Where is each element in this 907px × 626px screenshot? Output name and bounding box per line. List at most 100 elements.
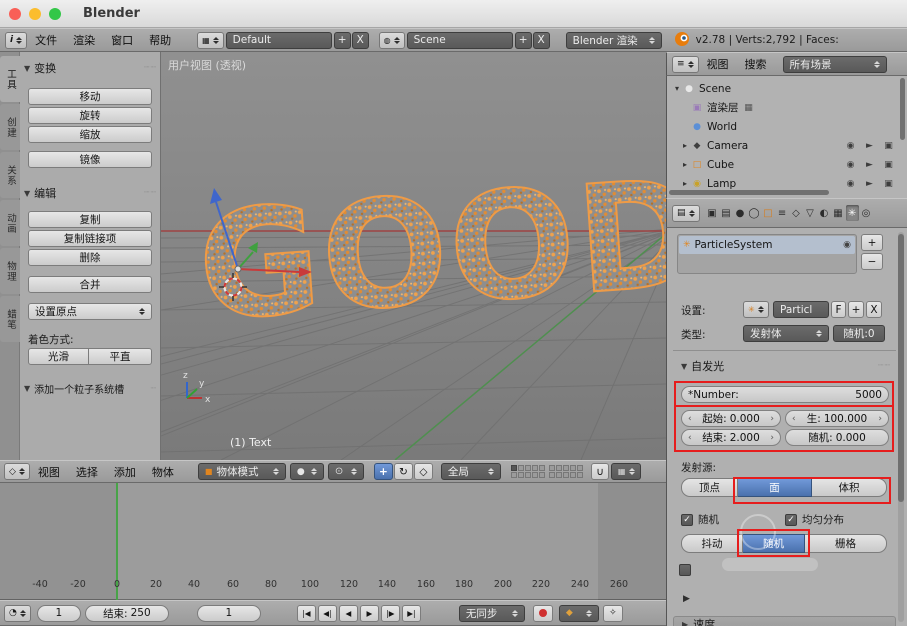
dist-jittered-button[interactable]: 抖动 — [681, 534, 743, 553]
duplicate-button[interactable]: 复制 — [28, 211, 152, 228]
disclosure-icon[interactable]: ▸ — [683, 179, 687, 188]
tab-object[interactable]: □ — [762, 205, 775, 221]
manipulator-scale-button[interactable]: ◇ — [414, 463, 433, 480]
tab-modifiers[interactable]: ◇ — [790, 205, 803, 221]
shelf-tab-tools[interactable]: 工具 — [0, 56, 20, 102]
duplicate-linked-button[interactable]: 复制链接项 — [28, 230, 152, 247]
menu-outliner-search[interactable]: 搜索 — [737, 56, 775, 72]
tab-world[interactable]: ◯ — [748, 205, 761, 221]
shelf-tab-grease[interactable]: 蜡笔 — [0, 296, 20, 342]
editor-type-button[interactable]: i — [5, 32, 27, 49]
menu-render[interactable]: 渲染 — [65, 32, 103, 48]
render-engine-dropdown[interactable]: Blender 渲染 — [566, 32, 662, 49]
lifetime-random-field[interactable]: 随机:0.000 — [785, 429, 889, 446]
viewport[interactable]: GOOD x — [161, 52, 666, 460]
menu-outliner-view[interactable]: 视图 — [699, 56, 737, 72]
renderlayer-toggle-icon[interactable]: ▦ — [743, 103, 755, 113]
screen-add-button[interactable]: + — [334, 32, 351, 49]
particle-render-toggle-icon[interactable]: ◉ — [843, 240, 851, 250]
outliner-row-scene[interactable]: ▾ ● Scene — [675, 79, 900, 98]
disclosure-icon[interactable]: ▾ — [675, 84, 679, 93]
scale-button[interactable]: 缩放 — [28, 126, 152, 143]
lifetime-field[interactable]: ‹生:100.000› — [785, 410, 889, 427]
menu-add[interactable]: 添加 — [106, 464, 144, 480]
number-field[interactable]: *Number:5000 — [681, 386, 889, 403]
emit-faces-button[interactable]: 面 — [738, 478, 812, 497]
tab-physics[interactable]: ◎ — [860, 205, 873, 221]
outliner-v-scrollbar[interactable] — [900, 78, 905, 140]
renderability-camera-icon[interactable]: ▣ — [881, 179, 896, 189]
move-button[interactable]: 移动 — [28, 88, 152, 105]
type-dropdown[interactable]: 发射体 — [743, 325, 829, 342]
jump-start-button[interactable]: |◀ — [297, 605, 316, 622]
shading-dropdown[interactable]: ● — [290, 463, 324, 480]
delete-button[interactable]: 删除 — [28, 249, 152, 266]
tab-render-layers[interactable]: ▤ — [720, 205, 733, 221]
frame-start-field[interactable]: ‹起始:0.000› — [681, 410, 781, 427]
outliner-row-world[interactable]: ● World — [691, 117, 907, 136]
random-order-checkbox[interactable]: ✓随机 — [681, 512, 719, 527]
viewport-canvas[interactable]: GOOD x — [161, 52, 666, 460]
shelf-tab-create[interactable]: 创建 — [0, 104, 20, 150]
shelf-tab-relations[interactable]: 关系 — [0, 152, 20, 198]
even-distribution-checkbox[interactable]: ✓均匀分布 — [785, 512, 844, 527]
selectability-pointer-icon[interactable]: ► — [862, 179, 877, 189]
menu-file[interactable]: 文件 — [27, 32, 65, 48]
menu-view[interactable]: 视图 — [30, 464, 68, 480]
screen-delete-button[interactable]: X — [352, 32, 369, 49]
outliner-h-scrollbar[interactable] — [669, 190, 829, 195]
menu-help[interactable]: 帮助 — [141, 32, 179, 48]
screen-name-field[interactable]: Default — [226, 32, 332, 49]
particle-browse-button[interactable]: ✳ — [743, 301, 769, 318]
collapsed-panel-arrow-icon[interactable]: ▶ — [683, 594, 690, 604]
particle-slot-remove-button[interactable]: − — [861, 253, 883, 270]
editor-type-button-3d[interactable]: ◇ — [4, 463, 30, 480]
panel-header-edit[interactable]: ▼编辑┈┈ — [24, 185, 157, 201]
visibility-eye-icon[interactable]: ◉ — [843, 160, 858, 170]
insert-key-button[interactable]: ✧ — [603, 605, 623, 622]
seed-field[interactable]: 随机:0 — [833, 325, 885, 342]
tab-data[interactable]: ▽ — [804, 205, 817, 221]
selectability-pointer-icon[interactable]: ► — [862, 160, 877, 170]
play-reverse-button[interactable]: ◀ — [339, 605, 358, 622]
record-button[interactable] — [533, 605, 553, 622]
emit-volume-button[interactable]: 体积 — [812, 478, 887, 497]
manipulator-translate-button[interactable]: + — [374, 463, 393, 480]
tab-particles[interactable]: ✳ — [846, 205, 859, 221]
end-frame-field[interactable]: 结束:250 — [85, 605, 169, 622]
outliner-row-renderlayers[interactable]: ▣ 渲染层 ▦ — [691, 98, 907, 117]
tab-constraints[interactable]: ≡ — [776, 205, 789, 221]
next-keyframe-button[interactable]: |▶ — [381, 605, 400, 622]
disclosure-icon[interactable]: ▸ — [683, 160, 687, 169]
panel-header-velocity[interactable]: ▶ 速度 — [673, 616, 896, 626]
renderability-camera-icon[interactable]: ▣ — [881, 160, 896, 170]
menu-window[interactable]: 窗口 — [103, 32, 141, 48]
particle-name-field[interactable]: Particl — [773, 301, 829, 318]
disclosure-icon[interactable]: ▸ — [683, 141, 687, 150]
start-frame-field[interactable]: 1 — [37, 605, 81, 622]
orientation-dropdown[interactable]: 全局 — [441, 463, 501, 480]
tab-texture[interactable]: ▦ — [832, 205, 845, 221]
sync-dropdown[interactable]: 无同步 — [459, 605, 525, 622]
jump-end-button[interactable]: ▶| — [402, 605, 421, 622]
menu-object[interactable]: 物体 — [144, 464, 182, 480]
dist-grid-button[interactable]: 栅格 — [805, 534, 887, 553]
menu-select[interactable]: 选择 — [68, 464, 106, 480]
pivot-dropdown[interactable]: ⊙ — [328, 463, 364, 480]
visibility-eye-icon[interactable]: ◉ — [843, 141, 858, 151]
snap-mode-dropdown[interactable]: ▦ — [611, 463, 641, 480]
scene-name-field[interactable]: Scene — [407, 32, 513, 49]
selectability-pointer-icon[interactable]: ► — [862, 141, 877, 151]
snap-magnet-button[interactable]: ∪ — [591, 463, 609, 480]
shade-flat-button[interactable]: 平直 — [89, 348, 152, 365]
text-object-good[interactable]: GOOD — [193, 147, 666, 354]
properties-v-scrollbar-thumb[interactable] — [898, 234, 904, 502]
shelf-tab-animation[interactable]: 动画 — [0, 200, 20, 246]
close-button[interactable] — [9, 8, 21, 20]
outliner-filter-dropdown[interactable]: 所有场景 — [783, 56, 887, 73]
renderability-camera-icon[interactable]: ▣ — [881, 141, 896, 151]
editor-type-button-properties[interactable]: ▤ — [672, 205, 700, 222]
panel-header-emission[interactable]: ▼自发光┈┈ — [681, 358, 891, 374]
timeline[interactable]: -40 -20 0 20 40 60 80 100 120 140 160 18… — [0, 483, 666, 600]
editor-type-button-timeline[interactable]: ◔ — [4, 605, 31, 622]
